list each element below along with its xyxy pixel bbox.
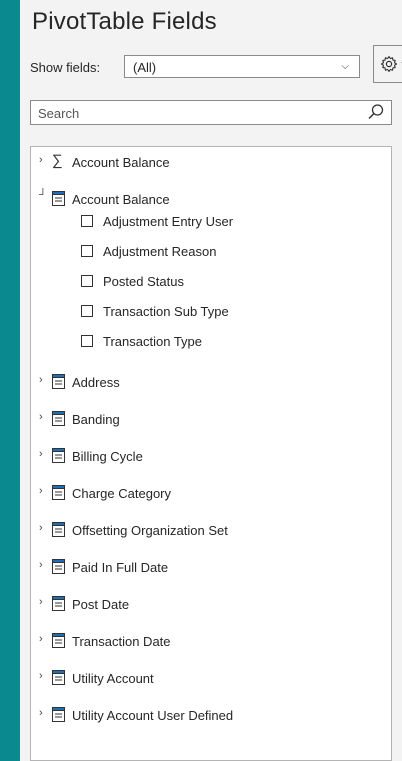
subfield-row[interactable]: Transaction Type	[31, 330, 391, 352]
field-label: Paid In Full Date	[72, 560, 169, 575]
table-icon	[52, 522, 65, 537]
expand-chevron-icon[interactable]: ›	[39, 374, 43, 386]
field-label: Utility Account	[72, 671, 154, 686]
table-icon	[52, 485, 65, 500]
search-placeholder: Search	[38, 106, 80, 121]
field-row-banding[interactable]: › Banding	[31, 408, 391, 430]
field-checkbox[interactable]	[81, 305, 93, 317]
subfield-row[interactable]: Adjustment Reason	[31, 240, 391, 262]
field-checkbox[interactable]	[81, 275, 93, 287]
field-label: Post Date	[72, 597, 130, 612]
field-row-account-balance[interactable]: ┘ Account Balance	[31, 188, 391, 210]
show-fields-value: (All)	[133, 60, 157, 75]
expand-chevron-icon[interactable]: ›	[39, 633, 43, 645]
field-label: Account Balance	[72, 192, 170, 207]
expand-chevron-icon[interactable]: ›	[39, 411, 43, 423]
field-label: Offsetting Organization Set	[72, 523, 228, 538]
show-fields-row: Show fields: (All) ⌵ ⌵	[30, 45, 402, 83]
table-icon	[52, 596, 65, 611]
table-icon	[52, 448, 65, 463]
field-label: Utility Account User Defined	[72, 708, 234, 723]
table-icon	[52, 670, 65, 685]
field-label: Transaction Date	[72, 634, 171, 649]
expand-chevron-icon[interactable]: ›	[39, 670, 43, 682]
chevron-down-icon: ⌵	[341, 61, 349, 72]
field-row-paid-in-full-date[interactable]: › Paid In Full Date	[31, 556, 391, 578]
field-checkbox[interactable]	[81, 215, 93, 227]
field-label: Charge Category	[72, 486, 171, 501]
subfield-label: Transaction Sub Type	[103, 304, 229, 319]
field-row-utility-account[interactable]: › Utility Account	[31, 667, 391, 689]
expand-chevron-icon[interactable]: ›	[39, 485, 43, 497]
field-label: Banding	[72, 412, 120, 427]
sigma-icon: ∑	[52, 152, 63, 169]
gear-icon	[380, 55, 398, 73]
subfield-label: Posted Status	[103, 274, 184, 289]
subfield-label: Adjustment Entry User	[103, 214, 234, 229]
field-row-account-balance-sum[interactable]: › ∑ Account Balance	[31, 151, 391, 173]
search-icon[interactable]	[367, 103, 385, 121]
subfield-label: Adjustment Reason	[103, 244, 217, 259]
field-row-transaction-date[interactable]: › Transaction Date	[31, 630, 391, 652]
subfield-row[interactable]: Adjustment Entry User	[31, 210, 391, 232]
table-icon	[52, 559, 65, 574]
table-icon	[52, 374, 65, 389]
field-label: Billing Cycle	[72, 449, 143, 464]
table-icon	[52, 707, 65, 722]
expand-chevron-icon[interactable]: ›	[39, 522, 43, 534]
show-fields-label: Show fields:	[30, 60, 101, 75]
show-fields-dropdown[interactable]: (All) ⌵	[124, 55, 360, 78]
pane-title: PivotTable Fields	[32, 8, 217, 35]
search-input[interactable]: Search	[30, 100, 392, 125]
tools-gear-button[interactable]: ⌵	[373, 45, 402, 83]
field-row-address[interactable]: › Address	[31, 371, 391, 393]
field-row-billing-cycle[interactable]: › Billing Cycle	[31, 445, 391, 467]
expand-chevron-icon[interactable]: ›	[39, 559, 43, 571]
expand-chevron-icon[interactable]: ›	[39, 154, 43, 166]
field-row-offsetting-organization-set[interactable]: › Offsetting Organization Set	[31, 519, 391, 541]
expand-chevron-icon[interactable]: ›	[39, 448, 43, 460]
subfield-row[interactable]: Transaction Sub Type	[31, 300, 391, 322]
field-row-post-date[interactable]: › Post Date	[31, 593, 391, 615]
field-row-utility-account-user-defined[interactable]: › Utility Account User Defined	[31, 704, 391, 726]
field-label: Account Balance	[72, 155, 170, 170]
field-checkbox[interactable]	[81, 245, 93, 257]
subfield-label: Transaction Type	[103, 334, 202, 349]
table-icon	[52, 633, 65, 648]
table-icon	[52, 411, 65, 426]
field-list: › ∑ Account Balance ┘ Account Balance Ad…	[30, 146, 392, 761]
collapse-icon[interactable]: ┘	[39, 189, 47, 201]
subfield-row[interactable]: Posted Status	[31, 270, 391, 292]
field-label: Address	[72, 375, 120, 390]
field-checkbox[interactable]	[81, 335, 93, 347]
pivottable-fields-pane: PivotTable Fields Show fields: (All) ⌵ ⌵…	[20, 0, 402, 761]
expand-chevron-icon[interactable]: ›	[39, 596, 43, 608]
expand-chevron-icon[interactable]: ›	[39, 707, 43, 719]
field-row-charge-category[interactable]: › Charge Category	[31, 482, 391, 504]
table-icon	[52, 191, 65, 206]
